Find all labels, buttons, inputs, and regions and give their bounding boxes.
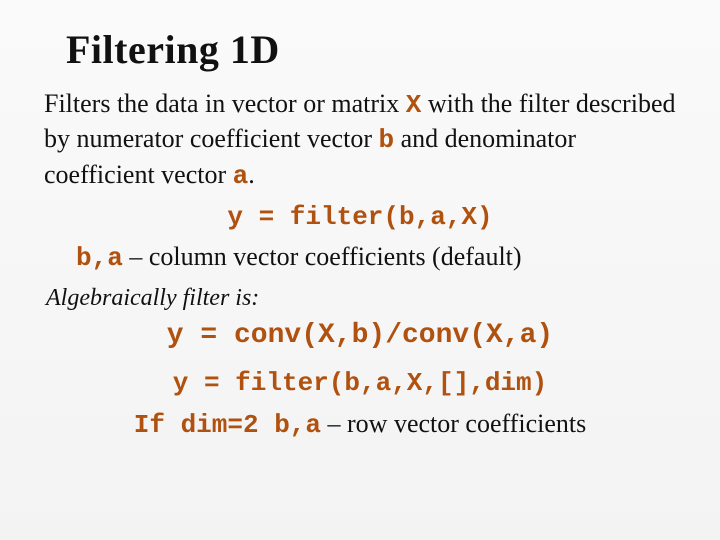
code-a: a: [233, 161, 249, 191]
ba-desc-text: – column vector coefficients (default): [123, 242, 522, 271]
equation-filter: y = filter(b,a,X): [36, 199, 684, 234]
code-eq2: y = conv(X,b)/conv(X,a): [167, 320, 553, 351]
dim-description: If dim=2 b,a – row vector coefficients: [36, 407, 684, 442]
code-b: b: [378, 125, 394, 155]
slide: Filtering 1D Filters the data in vector …: [0, 0, 720, 540]
code-eq1: y = filter(b,a,X): [227, 202, 492, 232]
desc-text-4: .: [248, 160, 255, 189]
code-eq3: y = filter(b,a,X,[],dim): [173, 368, 547, 398]
row-desc-text: – row vector coefficients: [321, 409, 586, 438]
code-x: X: [406, 90, 422, 120]
equation-filter-dim: y = filter(b,a,X,[],dim): [36, 365, 684, 400]
algebraic-label: Algebraically filter is:: [46, 285, 684, 312]
if-label: If: [134, 410, 181, 440]
equation-conv: y = conv(X,b)/conv(X,a): [36, 318, 684, 351]
code-dim: dim=2 b,a: [181, 410, 321, 440]
code-ba: b,a: [76, 243, 123, 273]
description-paragraph: Filters the data in vector or matrix X w…: [44, 87, 684, 193]
desc-text-1: Filters the data in vector or matrix: [44, 89, 406, 118]
slide-title: Filtering 1D: [66, 26, 684, 73]
ba-description: b,a – column vector coefficients (defaul…: [76, 240, 684, 275]
